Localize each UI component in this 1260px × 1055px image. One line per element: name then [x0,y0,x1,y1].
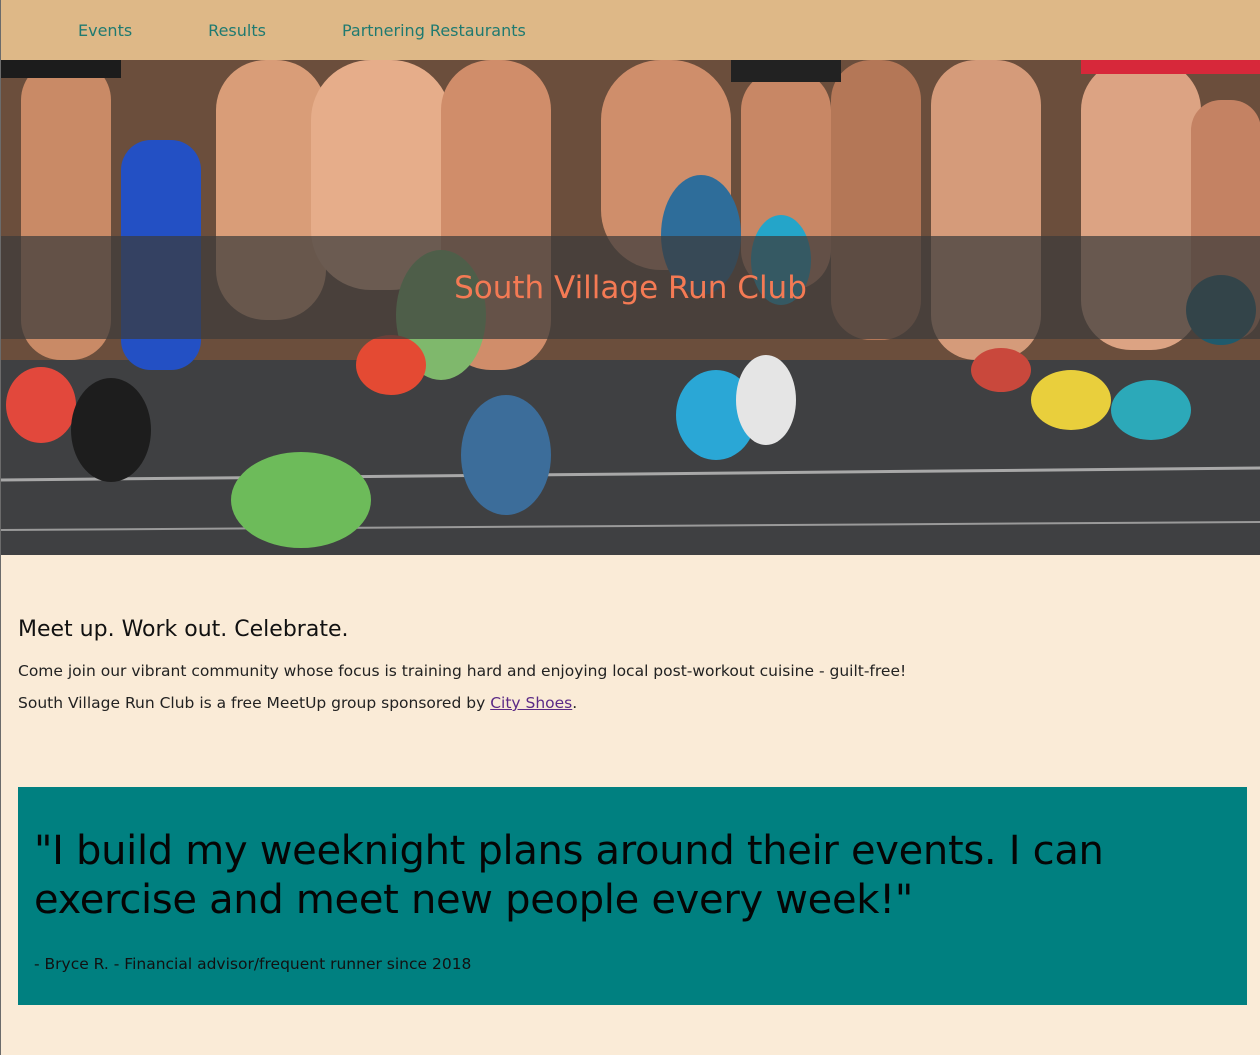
sponsor-text: South Village Run Club is a free MeetUp … [18,694,491,712]
intro-section: Meet up. Work out. Celebrate. Come join … [1,555,1260,712]
sponsor-suffix: . [572,694,578,712]
testimonial-author: - Bryce R. - Financial advisor/frequent … [34,955,472,973]
testimonial-box: "I build my weeknight plans around their… [18,787,1247,1005]
nav-link-events[interactable]: Events [78,21,132,40]
top-nav: Events Results Partnering Restaurants [1,0,1260,60]
testimonial-quote: "I build my weeknight plans around their… [34,828,1104,923]
hero-banner: South Village Run Club [1,60,1260,555]
intro-heading: Meet up. Work out. Celebrate. [18,617,349,642]
nav-link-results[interactable]: Results [208,21,266,40]
city-shoes-link[interactable]: City Shoes [490,694,572,712]
hero-title: South Village Run Club [454,269,807,306]
hero-title-band: South Village Run Club [1,236,1260,339]
sponsor-paragraph: South Village Run Club is a free MeetUp … [18,694,1260,712]
intro-paragraph: Come join our vibrant community whose fo… [18,662,907,680]
nav-link-partnering-restaurants[interactable]: Partnering Restaurants [342,21,526,40]
